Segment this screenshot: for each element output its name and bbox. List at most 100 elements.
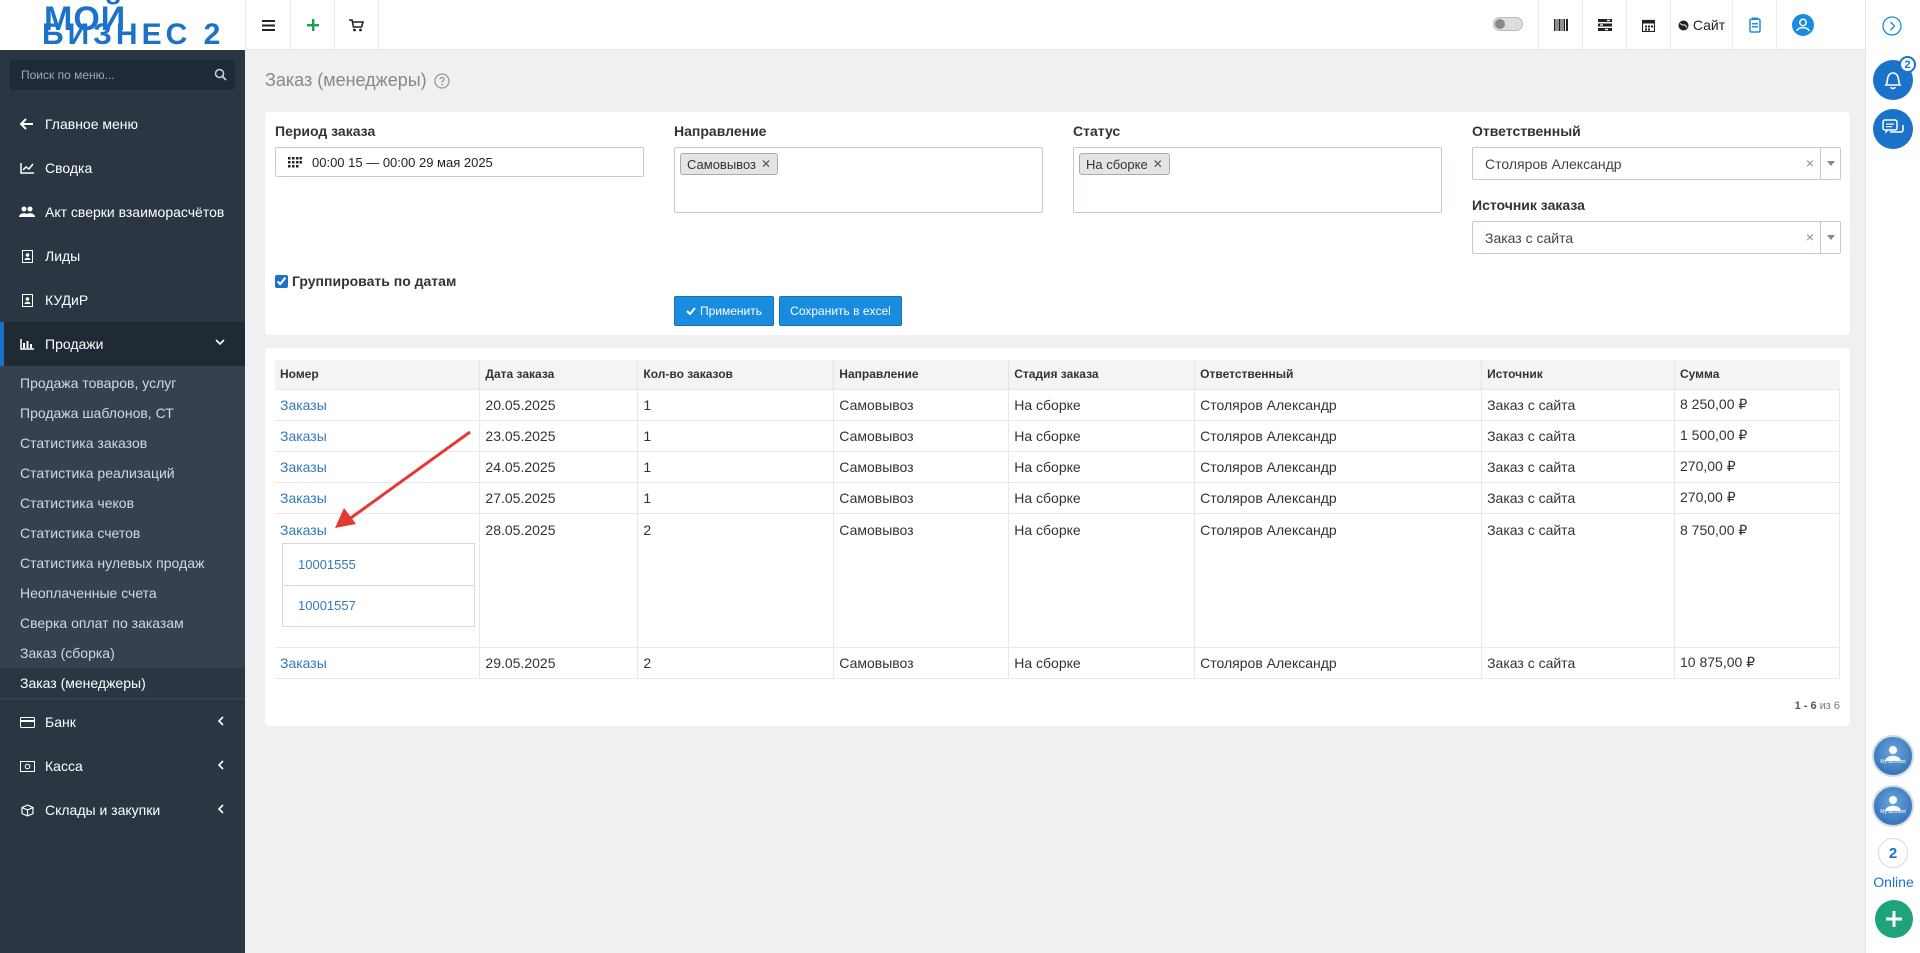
- sales-submenu: Продажа товаров, услуг Продажа шаблонов,…: [0, 366, 245, 700]
- submenu-item[interactable]: Заказ (сборка): [0, 638, 245, 668]
- remove-tag-icon[interactable]: ✕: [761, 157, 771, 171]
- site-button[interactable]: Сайт: [1670, 0, 1732, 50]
- logo[interactable]: МОЙ БИЗНЕС 2: [0, 0, 245, 50]
- search-icon[interactable]: [214, 68, 227, 81]
- period-field[interactable]: 00:00 15 — 00:00 29 мая 2025: [275, 147, 644, 177]
- add-button[interactable]: [291, 0, 335, 50]
- orders-link[interactable]: Заказы: [280, 655, 327, 671]
- table-cell: Самовывоз: [833, 388, 1010, 420]
- column-header[interactable]: Сумма: [1674, 360, 1840, 389]
- barcode-button[interactable]: [1538, 0, 1582, 50]
- app-button[interactable]: [1732, 0, 1776, 50]
- filters-panel: Период заказа 00:00 15 — 00:00 29 мая 20…: [265, 112, 1850, 335]
- my-account-avatar[interactable]: My account: [1872, 785, 1914, 827]
- responsible-select[interactable]: Столяров Александр ×: [1472, 147, 1841, 180]
- apply-button[interactable]: Применить: [674, 296, 774, 326]
- my-account-avatar[interactable]: My account: [1872, 735, 1914, 777]
- table-cell: Самовывоз: [833, 450, 1010, 482]
- top-bar: Сайт: [245, 0, 1865, 50]
- table-cell: 28.05.2025: [479, 512, 639, 647]
- column-header[interactable]: Стадия заказа: [1008, 360, 1196, 389]
- sidebar-item-leads[interactable]: Лиды: [0, 234, 245, 278]
- direction-multiselect[interactable]: Самовывоз ✕: [674, 147, 1043, 213]
- orders-link[interactable]: Заказы: [280, 459, 327, 475]
- sidebar-item-reconciliation[interactable]: Акт сверки взаиморасчётов: [0, 190, 245, 234]
- column-header[interactable]: Кол-во заказов: [637, 360, 835, 389]
- sidebar-item-summary[interactable]: Сводка: [0, 146, 245, 190]
- calendar-button[interactable]: [1626, 0, 1670, 50]
- chat-button[interactable]: [1873, 109, 1913, 149]
- column-header[interactable]: Ответственный: [1194, 360, 1483, 389]
- notifications-button[interactable]: 2: [1873, 56, 1916, 100]
- chevron-right-circle-icon: [1882, 16, 1902, 36]
- profile-button[interactable]: [1776, 0, 1828, 50]
- caret-down-icon[interactable]: [1820, 222, 1840, 253]
- contact-card-icon: [18, 249, 36, 263]
- orders-link[interactable]: Заказы: [280, 428, 327, 444]
- submenu-item[interactable]: Статистика нулевых продаж: [0, 548, 245, 578]
- table-cell: На сборке: [1008, 481, 1196, 513]
- table-cell: Столяров Александр: [1194, 450, 1483, 482]
- sidebar-item-sales[interactable]: Продажи: [0, 322, 245, 366]
- submenu-item[interactable]: Продажа шаблонов, СТ: [0, 398, 245, 428]
- order-number-link[interactable]: 10001557: [283, 584, 474, 626]
- column-header[interactable]: Номер: [275, 360, 481, 389]
- collapse-rail-button[interactable]: [1882, 16, 1902, 36]
- table-cell: 1: [637, 419, 835, 451]
- cart-button[interactable]: [335, 0, 379, 50]
- status-multiselect[interactable]: На сборке ✕: [1073, 147, 1442, 213]
- help-icon[interactable]: [434, 72, 450, 89]
- online-count: 2: [1878, 838, 1908, 868]
- sidebar-item-cash[interactable]: Касса: [0, 744, 245, 788]
- table-row: Заказы 29.05.2025 2 Самовывоз На сборке …: [275, 646, 1840, 678]
- submenu-item[interactable]: Статистика чеков: [0, 488, 245, 518]
- table-cell: Заказ с сайта: [1481, 419, 1675, 451]
- orders-link[interactable]: Заказы: [280, 397, 327, 413]
- column-header[interactable]: Источник: [1481, 360, 1675, 389]
- sidebar-item-label: Продажи: [45, 336, 104, 352]
- table-cell: Заказ с сайта: [1481, 388, 1675, 420]
- caret-down-icon[interactable]: [1820, 148, 1840, 179]
- hamburger-button[interactable]: [245, 0, 291, 50]
- submenu-item[interactable]: Продажа товаров, услуг: [0, 368, 245, 398]
- chevron-down-icon: [215, 338, 225, 346]
- sidebar-item-kudir[interactable]: КУДиР: [0, 278, 245, 322]
- column-header[interactable]: Направление: [833, 360, 1010, 389]
- add-widget-button[interactable]: [1875, 900, 1913, 938]
- submenu-item[interactable]: Статистика заказов: [0, 428, 245, 458]
- period-value: 00:00 15 — 00:00 29 мая 2025: [312, 154, 493, 170]
- theme-toggle[interactable]: [1493, 17, 1523, 31]
- submenu-item[interactable]: Статистика реализаций: [0, 458, 245, 488]
- table-cell: 8 250,00 ₽: [1674, 388, 1840, 420]
- group-by-dates: Группировать по датам: [275, 273, 456, 289]
- pager-total: из 6: [1816, 700, 1840, 712]
- direction-tag-label: Самовывоз: [687, 156, 756, 172]
- source-select[interactable]: Заказ с сайта ×: [1472, 221, 1841, 254]
- submenu-item-current[interactable]: Заказ (менеджеры): [0, 668, 245, 698]
- sidebar-item-main-menu[interactable]: Главное меню: [0, 102, 245, 146]
- orders-link[interactable]: Заказы: [280, 522, 327, 538]
- table-row: Заказы 27.05.2025 1 Самовывоз На сборке …: [275, 481, 1840, 513]
- clear-icon[interactable]: ×: [1806, 229, 1814, 245]
- barcode-icon: [1553, 19, 1568, 31]
- sidebar-item-bank[interactable]: Банк: [0, 700, 245, 744]
- table-cell: 270,00 ₽: [1674, 481, 1840, 513]
- table-cell: 8 750,00 ₽: [1674, 512, 1840, 647]
- column-header[interactable]: Дата заказа: [479, 360, 639, 389]
- save-excel-button[interactable]: Сохранить в excel: [779, 296, 902, 326]
- order-number-link[interactable]: 10001555: [283, 544, 474, 585]
- submenu-item[interactable]: Сверка оплат по заказам: [0, 608, 245, 638]
- menu-search-input[interactable]: [10, 60, 235, 90]
- sidebar-item-warehouses[interactable]: Склады и закупки: [0, 788, 245, 832]
- group-by-dates-checkbox[interactable]: [275, 274, 288, 288]
- table-cell: Столяров Александр: [1194, 512, 1483, 647]
- clear-icon[interactable]: ×: [1806, 155, 1814, 171]
- page-title: Заказ (менеджеры): [265, 70, 450, 91]
- submenu-item[interactable]: Неоплаченные счета: [0, 578, 245, 608]
- orders-link[interactable]: Заказы: [280, 490, 327, 506]
- chevron-left-icon: [217, 760, 225, 770]
- logo-line2: БИЗНЕС 2: [42, 18, 225, 51]
- submenu-item[interactable]: Статистика счетов: [0, 518, 245, 548]
- remove-tag-icon[interactable]: ✕: [1153, 157, 1163, 171]
- list-settings-button[interactable]: [1582, 0, 1626, 50]
